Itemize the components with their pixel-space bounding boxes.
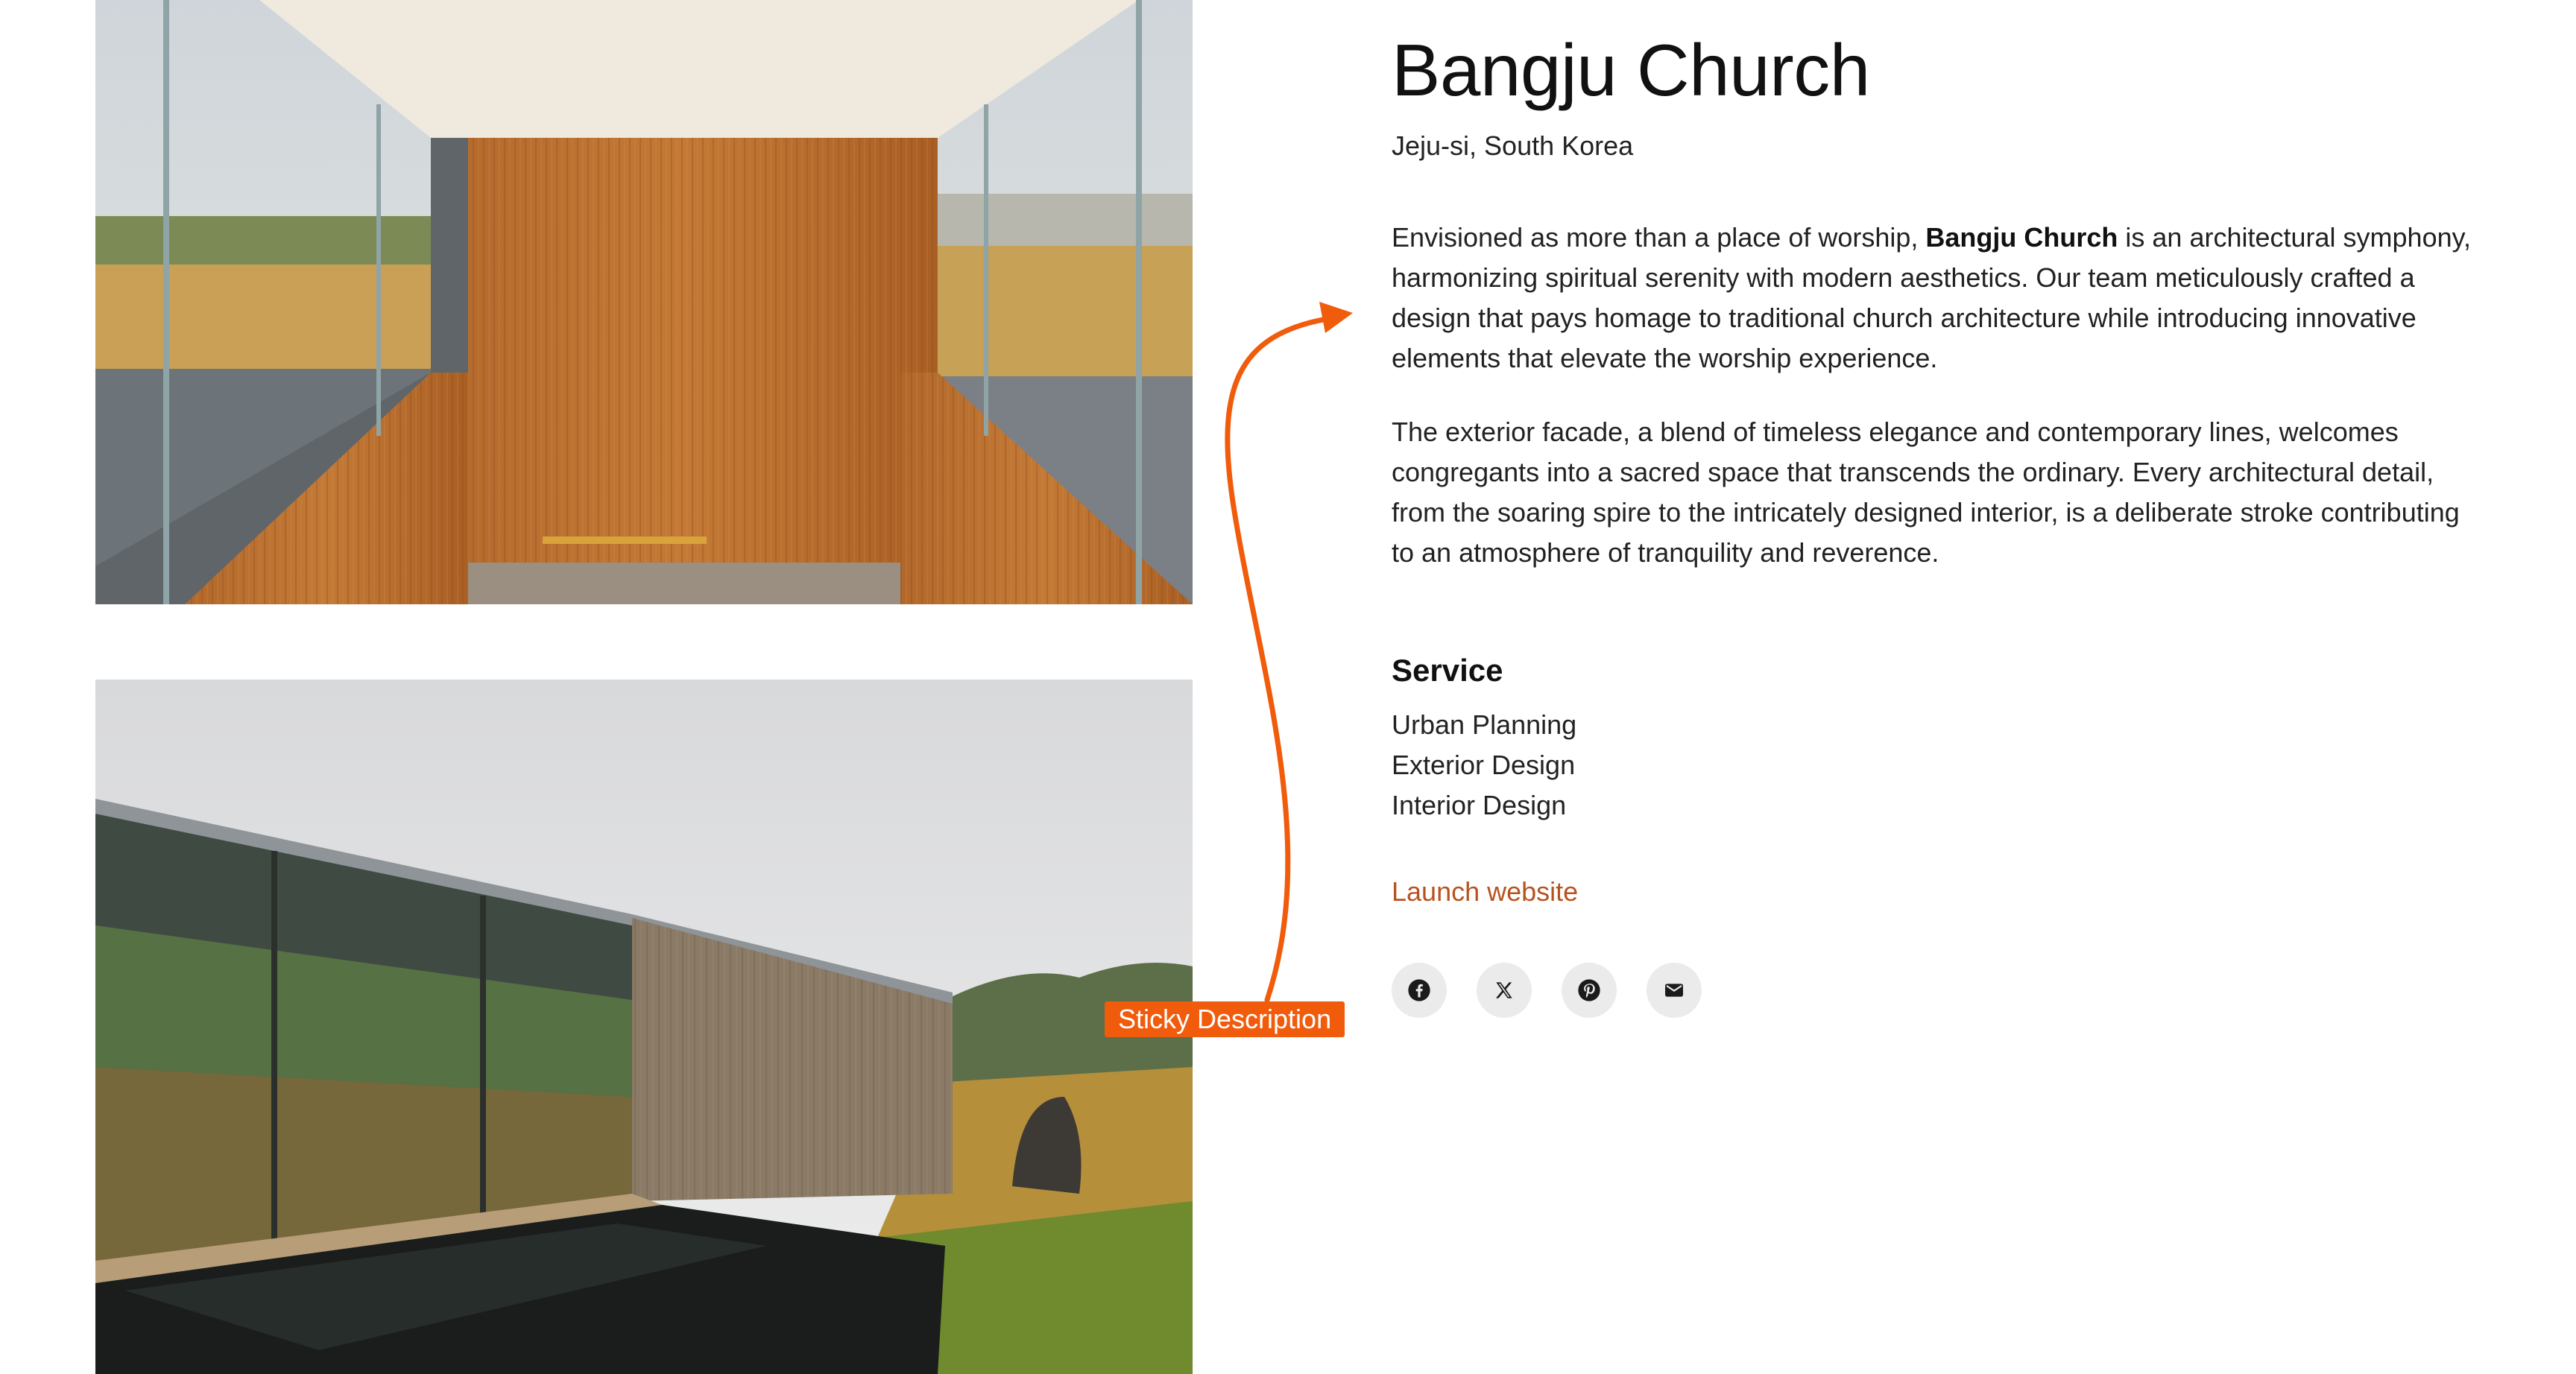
para1-text-start: Envisioned as more than a place of worsh… — [1392, 222, 1926, 253]
project-location: Jeju-si, South Korea — [1392, 130, 1634, 161]
email-share-button[interactable] — [1647, 963, 1702, 1018]
description-paragraph-1: Envisioned as more than a place of worsh… — [1392, 218, 2487, 379]
x-icon — [1495, 982, 1512, 998]
service-item: Exterior Design — [1392, 750, 1576, 780]
exterior-photo-image — [95, 680, 1193, 1374]
launch-website-link[interactable]: Launch website — [1392, 876, 1578, 908]
pinterest-share-button[interactable] — [1562, 963, 1617, 1018]
service-list: Urban Planning Exterior Design Interior … — [1392, 705, 1576, 826]
service-heading: Service — [1392, 653, 1503, 688]
description-paragraph-2: The exterior facade, a blend of timeless… — [1392, 417, 2460, 568]
email-icon — [1665, 984, 1683, 997]
service-item: Urban Planning — [1392, 709, 1577, 740]
social-share-bar — [1392, 963, 1702, 1018]
interior-photo-image — [95, 0, 1193, 604]
facebook-icon — [1408, 979, 1430, 1001]
facebook-share-button[interactable] — [1392, 963, 1447, 1018]
page-title: Bangju Church — [1392, 29, 1870, 111]
pinterest-icon — [1578, 979, 1600, 1001]
annotation-label: Sticky Description — [1105, 1001, 1345, 1037]
service-item: Interior Design — [1392, 790, 1567, 820]
para1-project-name: Bangju Church — [1925, 222, 2118, 253]
project-photo-exterior — [95, 680, 1193, 1374]
project-photo-interior — [95, 0, 1193, 604]
x-share-button[interactable] — [1477, 963, 1532, 1018]
